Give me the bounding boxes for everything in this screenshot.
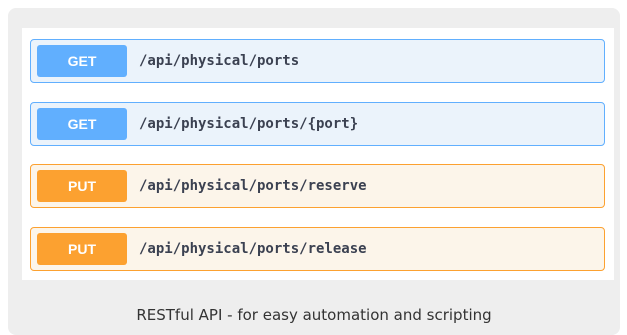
caption: RESTful API - for easy automation and sc…: [136, 306, 492, 324]
method-badge-put: PUT: [37, 170, 127, 202]
api-card: GET /api/physical/ports GET /api/physica…: [8, 8, 620, 335]
endpoint-list: GET /api/physical/ports GET /api/physica…: [22, 28, 614, 280]
endpoint-path: /api/physical/ports/release: [139, 241, 367, 257]
endpoint-path: /api/physical/ports/{port}: [139, 116, 359, 132]
endpoint-path: /api/physical/ports: [139, 53, 300, 69]
method-badge-put: PUT: [37, 233, 127, 265]
method-badge-get: GET: [37, 45, 127, 77]
endpoint-get-port[interactable]: GET /api/physical/ports/{port}: [30, 102, 605, 146]
endpoint-path: /api/physical/ports/reserve: [139, 178, 367, 194]
method-badge-get: GET: [37, 108, 127, 140]
endpoint-put-reserve[interactable]: PUT /api/physical/ports/reserve: [30, 164, 605, 208]
endpoint-put-release[interactable]: PUT /api/physical/ports/release: [30, 227, 605, 271]
endpoint-get-ports[interactable]: GET /api/physical/ports: [30, 39, 605, 83]
